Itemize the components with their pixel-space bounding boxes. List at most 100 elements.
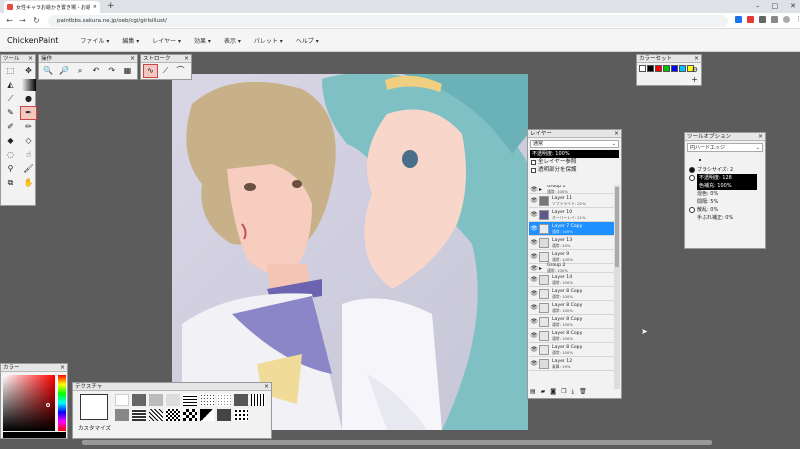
menu-help[interactable]: ヘルプ ▾ [296,36,319,45]
move-icon[interactable]: ✥ [21,65,36,77]
eye-icon[interactable]: 👁 [529,211,539,218]
picker-cursor[interactable] [46,403,50,407]
maximize-button[interactable]: □ [772,0,779,12]
layer-row[interactable]: 👁 Layer 8 Copy 通常: 100% [529,301,614,315]
layer-scrollbar[interactable] [614,185,620,389]
close-window-button[interactable]: ✕ [790,0,796,12]
mask-icon[interactable]: ◙ [550,388,556,396]
gear-icon[interactable]: ⚙ [692,66,698,74]
sample-all-layers-checkbox[interactable]: 全レイヤー参照 [528,158,621,166]
eye-icon[interactable]: 👁 [529,197,539,204]
menu-layer[interactable]: レイヤー ▾ [152,36,181,45]
eye-icon[interactable]: 👁 [529,186,539,193]
eye-icon[interactable]: 👁 [529,304,539,311]
line-stroke-icon[interactable]: ⟋ [159,65,172,77]
bezier-stroke-icon[interactable]: ⌒ [174,65,187,77]
layer-group-row[interactable]: 👁 ▸ Group 1 通常: 100% [529,185,614,194]
pressure-opacity-toggle[interactable] [689,175,695,181]
close-icon[interactable]: × [28,55,33,63]
layer-row[interactable]: 👁 Layer 13 通常: 20% [529,236,614,250]
close-icon[interactable]: × [614,130,619,138]
tab-close-icon[interactable]: × [93,4,97,10]
soft-eraser-icon[interactable]: ◇ [21,135,36,147]
brush-size-row[interactable]: ブラシサイズ: 2 [685,166,765,174]
eye-icon[interactable]: 👁 [529,346,539,353]
drawing-canvas[interactable] [172,74,528,430]
browser-tab[interactable]: 女性キャラお絵かき置き場 - お絵かき掲示板 × [4,1,100,13]
eraser-icon[interactable]: ◆ [3,135,18,147]
swatch-red[interactable] [655,65,662,72]
color-mix-row[interactable]: 色補充: 100% [685,182,765,190]
close-icon[interactable]: × [694,55,699,63]
layer-row[interactable]: 👁 Layer 12 乗算: 19% [529,357,614,371]
close-icon[interactable]: × [758,133,763,141]
folder-icon[interactable]: ▸ [539,186,547,193]
zoom-100-icon[interactable]: ⌕ [74,65,87,77]
brush-icon[interactable]: 🖌 [21,163,36,175]
eye-icon[interactable]: 👁 [529,225,539,232]
gradient-icon[interactable] [21,79,36,91]
profile-icon[interactable] [783,16,790,23]
layer-row[interactable]: 👁 Layer 11 ソフトライト: 22% [529,194,614,208]
pressure-size-toggle[interactable] [689,167,695,173]
close-icon[interactable]: × [264,383,269,391]
hue-slider[interactable] [58,375,66,431]
pen-icon[interactable]: ✒ [20,106,37,120]
layer-row[interactable]: 👁 Layer 10 オーバーレイ: 21% [529,208,614,222]
texture-swatch[interactable] [115,409,129,421]
forward-icon[interactable]: → [17,15,28,26]
eye-icon[interactable]: 👁 [529,318,539,325]
texture-swatch[interactable] [200,409,214,421]
add-swatch-button[interactable]: + [691,75,698,84]
layer-row[interactable]: 👁 Layer 9 通常: 100% [529,250,614,264]
eye-icon[interactable]: 👁 [529,265,539,272]
sidebar-icon[interactable] [771,16,778,23]
zoom-in-icon[interactable]: 🔍 [42,65,55,77]
more-menu-icon[interactable]: ⋮ [795,16,800,23]
spacing-row[interactable]: 間隔: 5% [685,198,765,206]
layer-row[interactable]: 👁 Layer 8 Copy 通常: 100% [529,315,614,329]
redo-icon[interactable]: ↷ [105,65,118,77]
swatch-blue[interactable] [671,65,678,72]
layer-opacity-slider[interactable]: 不透明度: 100% [530,150,619,158]
color-mix-slider[interactable]: 色補充: 100% [697,182,757,190]
texture-swatch[interactable] [183,394,197,406]
checkbox-box[interactable] [531,167,536,173]
blend-mode-select[interactable]: 通常 ⌄ [530,140,619,148]
select-rect-icon[interactable]: ⬚ [3,65,18,77]
fill-bucket-icon[interactable]: ◭ [3,79,18,91]
minimize-button[interactable]: – [756,0,760,12]
copy-layer-icon[interactable]: ❐ [561,388,566,396]
blur-icon[interactable]: ◌ [3,149,18,161]
swatch-green[interactable] [663,65,670,72]
layer-row[interactable]: 👁 Layer 7 Copy 通常: 100% [529,222,614,236]
texture-swatch[interactable] [132,409,146,421]
menu-file[interactable]: ファイル ▾ [80,36,109,45]
pencil-icon[interactable]: ✎ [3,107,18,119]
extension-icon[interactable] [747,16,754,23]
merge-layer-icon[interactable]: ⤓ [572,388,575,396]
lock-alpha-checkbox[interactable]: 透明部分を保護 [528,166,621,174]
layer-row[interactable]: 👁 Layer 8 Copy 通常: 100% [529,329,614,343]
horizontal-scrollbar[interactable] [82,440,712,445]
rotate-icon[interactable]: ⧉ [3,177,18,189]
opacity-slider[interactable]: 不透明度: 128 [697,174,757,182]
texture-swatch[interactable] [166,394,180,406]
extension-icon[interactable] [735,16,742,23]
texture-swatch[interactable] [200,394,214,406]
texture-swatch[interactable] [115,394,129,406]
puzzle-icon[interactable] [759,16,766,23]
texture-swatch[interactable] [166,409,180,421]
url-input[interactable]: paintbbs.sakura.ne.jp/oeb/cgi/girlsillus… [48,15,728,27]
close-icon[interactable]: × [60,364,65,372]
back-icon[interactable]: ← [4,15,15,26]
delete-layer-icon[interactable]: 🗑 [579,388,587,396]
checkbox-box[interactable] [531,159,536,165]
texture-swatch[interactable] [234,394,248,406]
zoom-out-icon[interactable]: 🔎 [58,65,71,77]
texture-swatch[interactable] [251,394,265,406]
eye-icon[interactable]: 👁 [529,290,539,297]
menu-view[interactable]: 表示 ▾ [224,36,241,45]
smudge-icon[interactable]: ☝ [21,149,36,161]
airbrush-icon[interactable]: ✐ [3,121,18,133]
